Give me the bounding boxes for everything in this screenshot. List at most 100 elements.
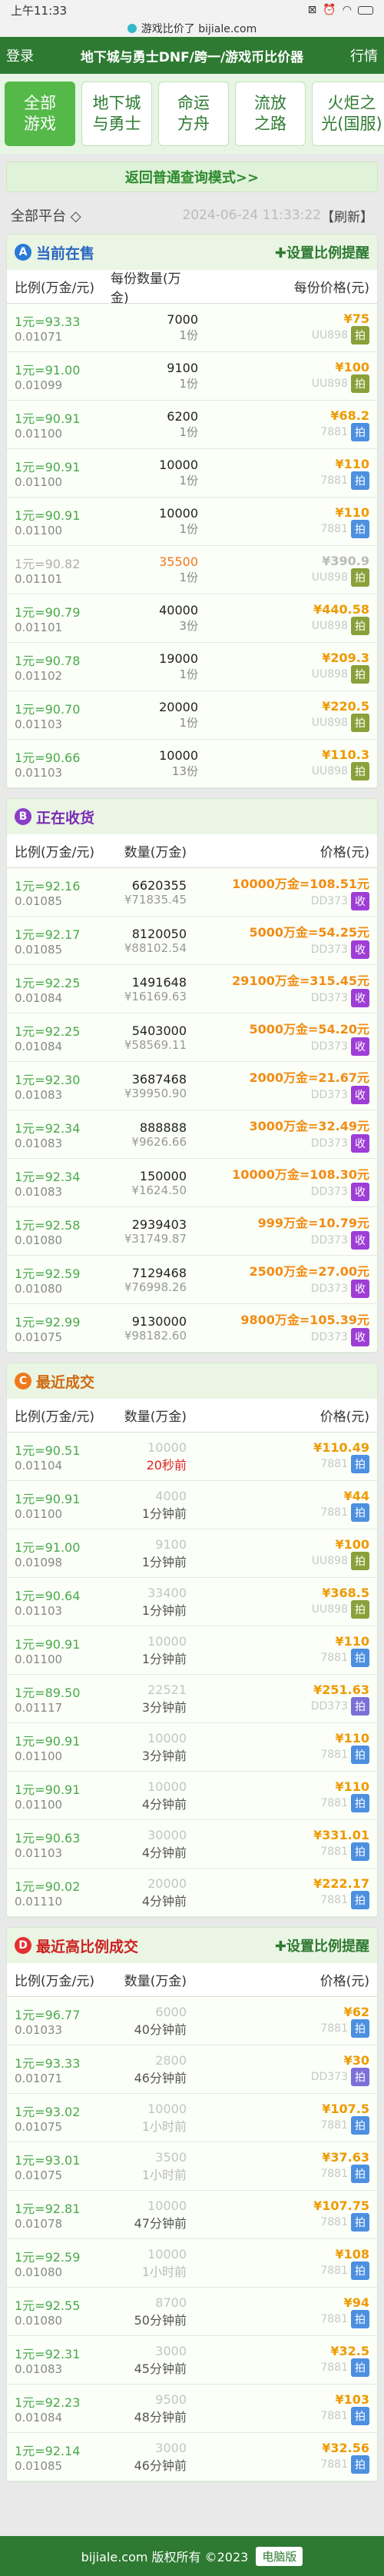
table-row[interactable]: 1元=92.99 0.01075 9130000 ¥98182.60 9800万金=10…: [7, 1304, 377, 1353]
table-row[interactable]: 1元=96.77 0.01033 6000 40分钟前 ¥62 7881 拍: [7, 1997, 377, 2045]
auction-badge-icon[interactable]: 拍: [351, 713, 369, 732]
auction-badge-icon[interactable]: 拍: [351, 1551, 369, 1570]
table-row[interactable]: 1元=92.25 0.01084 5403000 ¥58569.11 5000万金=54…: [7, 1013, 377, 1062]
table-row[interactable]: 1元=92.59 0.01080 7129468 ¥76998.26 2500万金=27…: [7, 1256, 377, 1304]
tab-game-3[interactable]: 流放 之路: [235, 82, 306, 146]
unit-price: 0.01080: [15, 2265, 63, 2279]
auction-badge-icon[interactable]: 拍: [351, 616, 369, 635]
table-row[interactable]: 1元=92.25 0.01084 1491648 ¥16169.63 29100万金=3…: [7, 965, 377, 1013]
table-row[interactable]: 1元=90.82 0.01101 35500 1份 ¥390.9 UU898 拍: [7, 546, 377, 594]
table-row[interactable]: 1元=90.02 0.01110 20000 4分钟前 ¥222.17 7881 拍: [7, 1869, 377, 1917]
table-row[interactable]: 1元=92.23 0.01084 9500 48分钟前 ¥103 7881 拍: [7, 2385, 377, 2433]
table-row[interactable]: 1元=90.91 0.01100 10000 1份 ¥110 7881 拍: [7, 498, 377, 546]
table-row[interactable]: 1元=90.66 0.01103 10000 13份 ¥110.3 UU898 拍: [7, 740, 377, 788]
table-row[interactable]: 1元=90.91 0.01100 10000 4分钟前 ¥110 7881 拍: [7, 1772, 377, 1820]
market-link[interactable]: 行情: [339, 45, 378, 65]
table-row[interactable]: 1元=92.59 0.01080 10000 1小时前 ¥108 7881 拍: [7, 2239, 377, 2288]
col-qty: 数量(万金): [124, 1974, 187, 1989]
buy-badge-icon[interactable]: 收: [351, 1134, 369, 1153]
buy-badge-icon[interactable]: 收: [351, 1231, 369, 1250]
auction-badge-icon[interactable]: 拍: [351, 1793, 369, 1812]
auction-badge-icon[interactable]: 拍: [351, 2358, 369, 2377]
auction-badge-icon[interactable]: 拍: [351, 422, 369, 441]
table-row[interactable]: 1元=90.78 0.01102 19000 1份 ¥209.3 UU898 拍: [7, 643, 377, 691]
refresh-button[interactable]: 【刷新】: [321, 206, 373, 225]
table-row[interactable]: 1元=92.14 0.01085 3000 46分钟前 ¥32.56 7881 拍: [7, 2433, 377, 2481]
table-row[interactable]: 1元=90.91 0.01100 10000 3分钟前 ¥110 7881 拍: [7, 1723, 377, 1772]
table-row[interactable]: 1元=93.01 0.01075 3500 1小时前 ¥37.63 7881 拍: [7, 2142, 377, 2191]
buy-badge-icon[interactable]: 收: [351, 1037, 369, 1056]
auction-badge-icon[interactable]: 拍: [351, 567, 369, 587]
buy-badge-icon[interactable]: 收: [351, 1328, 369, 1346]
buy-badge-icon[interactable]: 收: [351, 989, 369, 1007]
auction-badge-icon[interactable]: 拍: [351, 2067, 369, 2086]
tab-game-1[interactable]: 地下城 与勇士: [81, 82, 152, 146]
table-row[interactable]: 1元=92.55 0.01080 8700 50分钟前 ¥94 7881 拍: [7, 2288, 377, 2336]
tab-game-0[interactable]: 全部 游戏: [5, 82, 75, 146]
set-ratio-alert-button[interactable]: ✚设置比例提醒: [275, 1935, 369, 1955]
table-row[interactable]: 1元=93.33 0.01071 2800 46分钟前 ¥30 DD373 拍: [7, 2045, 377, 2094]
platform-select[interactable]: 全部平台 ◇: [11, 205, 126, 225]
auction-badge-icon[interactable]: 拍: [351, 1648, 369, 1667]
table-row[interactable]: 1元=90.91 0.01100 6200 1份 ¥68.2 7881 拍: [7, 401, 377, 449]
table-row[interactable]: 1元=90.70 0.01103 20000 1份 ¥220.5 UU898 拍: [7, 691, 377, 740]
table-row[interactable]: 1元=92.81 0.01078 10000 47分钟前 ¥107.75 7881 拍: [7, 2191, 377, 2239]
table-row[interactable]: 1元=90.51 0.01104 10000 20秒前 ¥110.49 7881 拍: [7, 1433, 377, 1481]
table-row[interactable]: 1元=92.17 0.01085 8120050 ¥88102.54 5000万金=54…: [7, 917, 377, 965]
buy-badge-icon[interactable]: 收: [351, 1280, 369, 1298]
table-row[interactable]: 1元=90.91 0.01100 10000 1分钟前 ¥110 7881 拍: [7, 1626, 377, 1675]
auction-badge-icon[interactable]: 拍: [351, 471, 369, 490]
auction-badge-icon[interactable]: 拍: [351, 2019, 369, 2038]
table-row[interactable]: 1元=89.50 0.01117 22521 3分钟前 ¥251.63 DD373 拍: [7, 1675, 377, 1723]
table-row[interactable]: 1元=92.58 0.01080 2939403 ¥31749.87 999万金=10.…: [7, 1207, 377, 1256]
auction-badge-icon[interactable]: 拍: [351, 1599, 369, 1619]
buy-badge-icon[interactable]: 收: [351, 940, 369, 959]
buy-badge-icon[interactable]: 收: [351, 892, 369, 910]
auction-badge-icon[interactable]: 拍: [351, 1745, 369, 1764]
table-row[interactable]: 1元=92.30 0.01083 3687468 ¥39950.90 2000万金=21…: [7, 1062, 377, 1110]
share-count: 13份: [171, 764, 198, 778]
qty-cell: 2800 46分钟前: [111, 2048, 191, 2090]
table-row[interactable]: 1元=90.63 0.01103 30000 4分钟前 ¥331.01 7881 拍: [7, 1820, 377, 1869]
login-link[interactable]: 登录: [6, 45, 45, 65]
tab-game-2[interactable]: 命运 方舟: [158, 82, 229, 146]
auction-badge-icon[interactable]: 拍: [351, 1696, 369, 1716]
buy-badge-icon[interactable]: 收: [351, 1183, 369, 1201]
table-row[interactable]: 1元=91.00 0.01099 9100 1份 ¥100 UU898 拍: [7, 352, 377, 401]
auction-badge-icon[interactable]: 拍: [351, 325, 369, 344]
auction-badge-icon[interactable]: 拍: [351, 2261, 369, 2280]
auction-badge-icon[interactable]: 拍: [351, 2406, 369, 2425]
back-to-normal-link[interactable]: 返回普通查询模式>>: [6, 161, 378, 192]
desktop-version-button[interactable]: 电脑版: [256, 2546, 303, 2566]
auction-badge-icon[interactable]: 拍: [351, 1890, 369, 1909]
table-row[interactable]: 1元=92.16 0.01085 6620355 ¥71835.45 10000万金=1…: [7, 868, 377, 917]
tab-game-4[interactable]: 火炬之 光(国服): [312, 82, 384, 146]
auction-badge-icon[interactable]: 拍: [351, 519, 369, 538]
table-row[interactable]: 1元=91.00 0.01098 9100 1分钟前 ¥100 UU898 拍: [7, 1529, 377, 1578]
table-row[interactable]: 1元=90.64 0.01103 33400 1分钟前 ¥368.5 UU898 拍: [7, 1578, 377, 1626]
auction-badge-icon[interactable]: 拍: [351, 2309, 369, 2328]
auction-badge-icon[interactable]: 拍: [351, 374, 369, 393]
table-row[interactable]: 1元=92.34 0.01083 888888 ¥9626.66 3000万金=32.4…: [7, 1110, 377, 1159]
url-bar[interactable]: 游戏比价了 bijiale.com: [0, 20, 384, 37]
auction-badge-icon[interactable]: 拍: [351, 2212, 369, 2232]
buy-badge-icon[interactable]: 收: [351, 1086, 369, 1104]
auction-badge-icon[interactable]: 拍: [351, 2455, 369, 2474]
auction-badge-icon[interactable]: 拍: [351, 761, 369, 780]
table-row[interactable]: 1元=93.02 0.01075 10000 1小时前 ¥107.5 7881 拍: [7, 2094, 377, 2142]
deal-time: 4分钟前: [141, 1845, 187, 1860]
table-row[interactable]: 1元=90.91 0.01100 10000 1份 ¥110 7881 拍: [7, 449, 377, 498]
auction-badge-icon[interactable]: 拍: [351, 1842, 369, 1861]
table-row[interactable]: 1元=92.31 0.01083 3000 45分钟前 ¥32.5 7881 拍: [7, 2336, 377, 2385]
auction-badge-icon[interactable]: 拍: [351, 1503, 369, 1522]
table-row[interactable]: 1元=90.79 0.01101 40000 3份 ¥440.58 UU898 拍: [7, 594, 377, 643]
table-row[interactable]: 1元=93.33 0.01071 7000 1份 ¥75 UU898 拍: [7, 304, 377, 352]
auction-badge-icon[interactable]: 拍: [351, 1454, 369, 1473]
qty-value: 10000: [147, 1779, 187, 1794]
auction-badge-icon[interactable]: 拍: [351, 664, 369, 684]
auction-badge-icon[interactable]: 拍: [351, 2115, 369, 2135]
table-row[interactable]: 1元=92.34 0.01083 150000 ¥1624.50 10000万金=108…: [7, 1159, 377, 1207]
set-ratio-alert-button[interactable]: ✚设置比例提醒: [275, 242, 369, 262]
auction-badge-icon[interactable]: 拍: [351, 2164, 369, 2183]
table-row[interactable]: 1元=90.91 0.01100 4000 1分钟前 ¥44 7881 拍: [7, 1481, 377, 1529]
